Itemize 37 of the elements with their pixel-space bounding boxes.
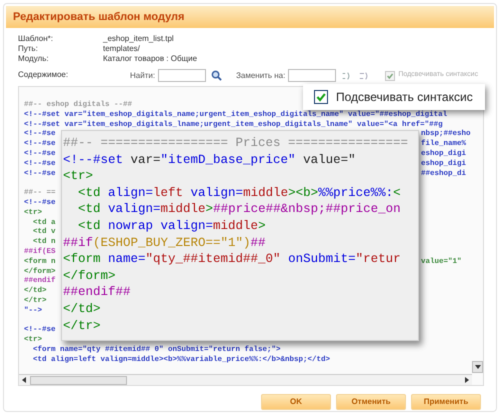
magnified-code-line: <!--#set var="itemD_base_price" value=" xyxy=(63,152,356,168)
magnified-code-line: ##endif## xyxy=(63,284,131,301)
scrollbar-thumb[interactable] xyxy=(30,376,127,384)
dialog-title: Редактировать шаблон модуля xyxy=(13,10,184,25)
replace-label: Заменить на: xyxy=(236,70,286,82)
magnified-code-line: <td align=left valign=middle><b>%%price%%:< xyxy=(77,184,401,202)
field-value: Каталог товаров : Общие xyxy=(103,54,198,64)
checkbox[interactable] xyxy=(314,90,328,104)
magnified-code-line: <td valign=middle>##price##&nbsp;##price_on xyxy=(77,201,401,218)
magnified-code-line: <tr> xyxy=(63,168,94,185)
field-value: templates/ xyxy=(103,44,140,54)
field-label: Модуль: xyxy=(18,54,50,64)
magnified-code-line: <td nowrap valign=middle> xyxy=(77,218,266,235)
magnified-code-line: ##if(ESHOP_BUY_ZERO=="1")## xyxy=(63,234,266,252)
magnified-code-line: </td> xyxy=(63,300,101,318)
dialog-button[interactable]: Отменить xyxy=(336,394,406,410)
arrow-right-icon xyxy=(465,377,469,383)
dialog-button[interactable]: Применить xyxy=(411,394,481,410)
vertical-scrollbar[interactable] xyxy=(472,361,483,373)
arrow-left-icon xyxy=(22,377,26,383)
find-label: Найти: xyxy=(130,70,156,82)
dialog-button[interactable]: OK xyxy=(261,394,331,410)
search-icon[interactable] xyxy=(211,70,222,81)
code-editor[interactable] xyxy=(18,86,484,386)
find-field[interactable] xyxy=(158,69,206,82)
field-label: Шаблон*: xyxy=(18,34,54,44)
magnified-code-line: <form name="qty_##itemid##_0" onSubmit="retur xyxy=(63,251,401,268)
arrow-down-icon xyxy=(474,365,480,369)
magnified-code-line: ##-- ================= Prices ================ xyxy=(63,135,408,152)
field-label: Путь: xyxy=(18,44,39,54)
field-value: _eshop_item_list.tpl xyxy=(103,34,174,44)
magnified-code-line: </tr> xyxy=(63,318,101,334)
replace-field[interactable] xyxy=(288,69,336,82)
highlight-label: Подсвечивать синтаксис xyxy=(336,89,473,106)
horizontal-scrollbar[interactable] xyxy=(19,374,472,385)
magnified-code-line: </form> xyxy=(63,268,116,284)
content-label: Содержимое: xyxy=(18,69,70,81)
